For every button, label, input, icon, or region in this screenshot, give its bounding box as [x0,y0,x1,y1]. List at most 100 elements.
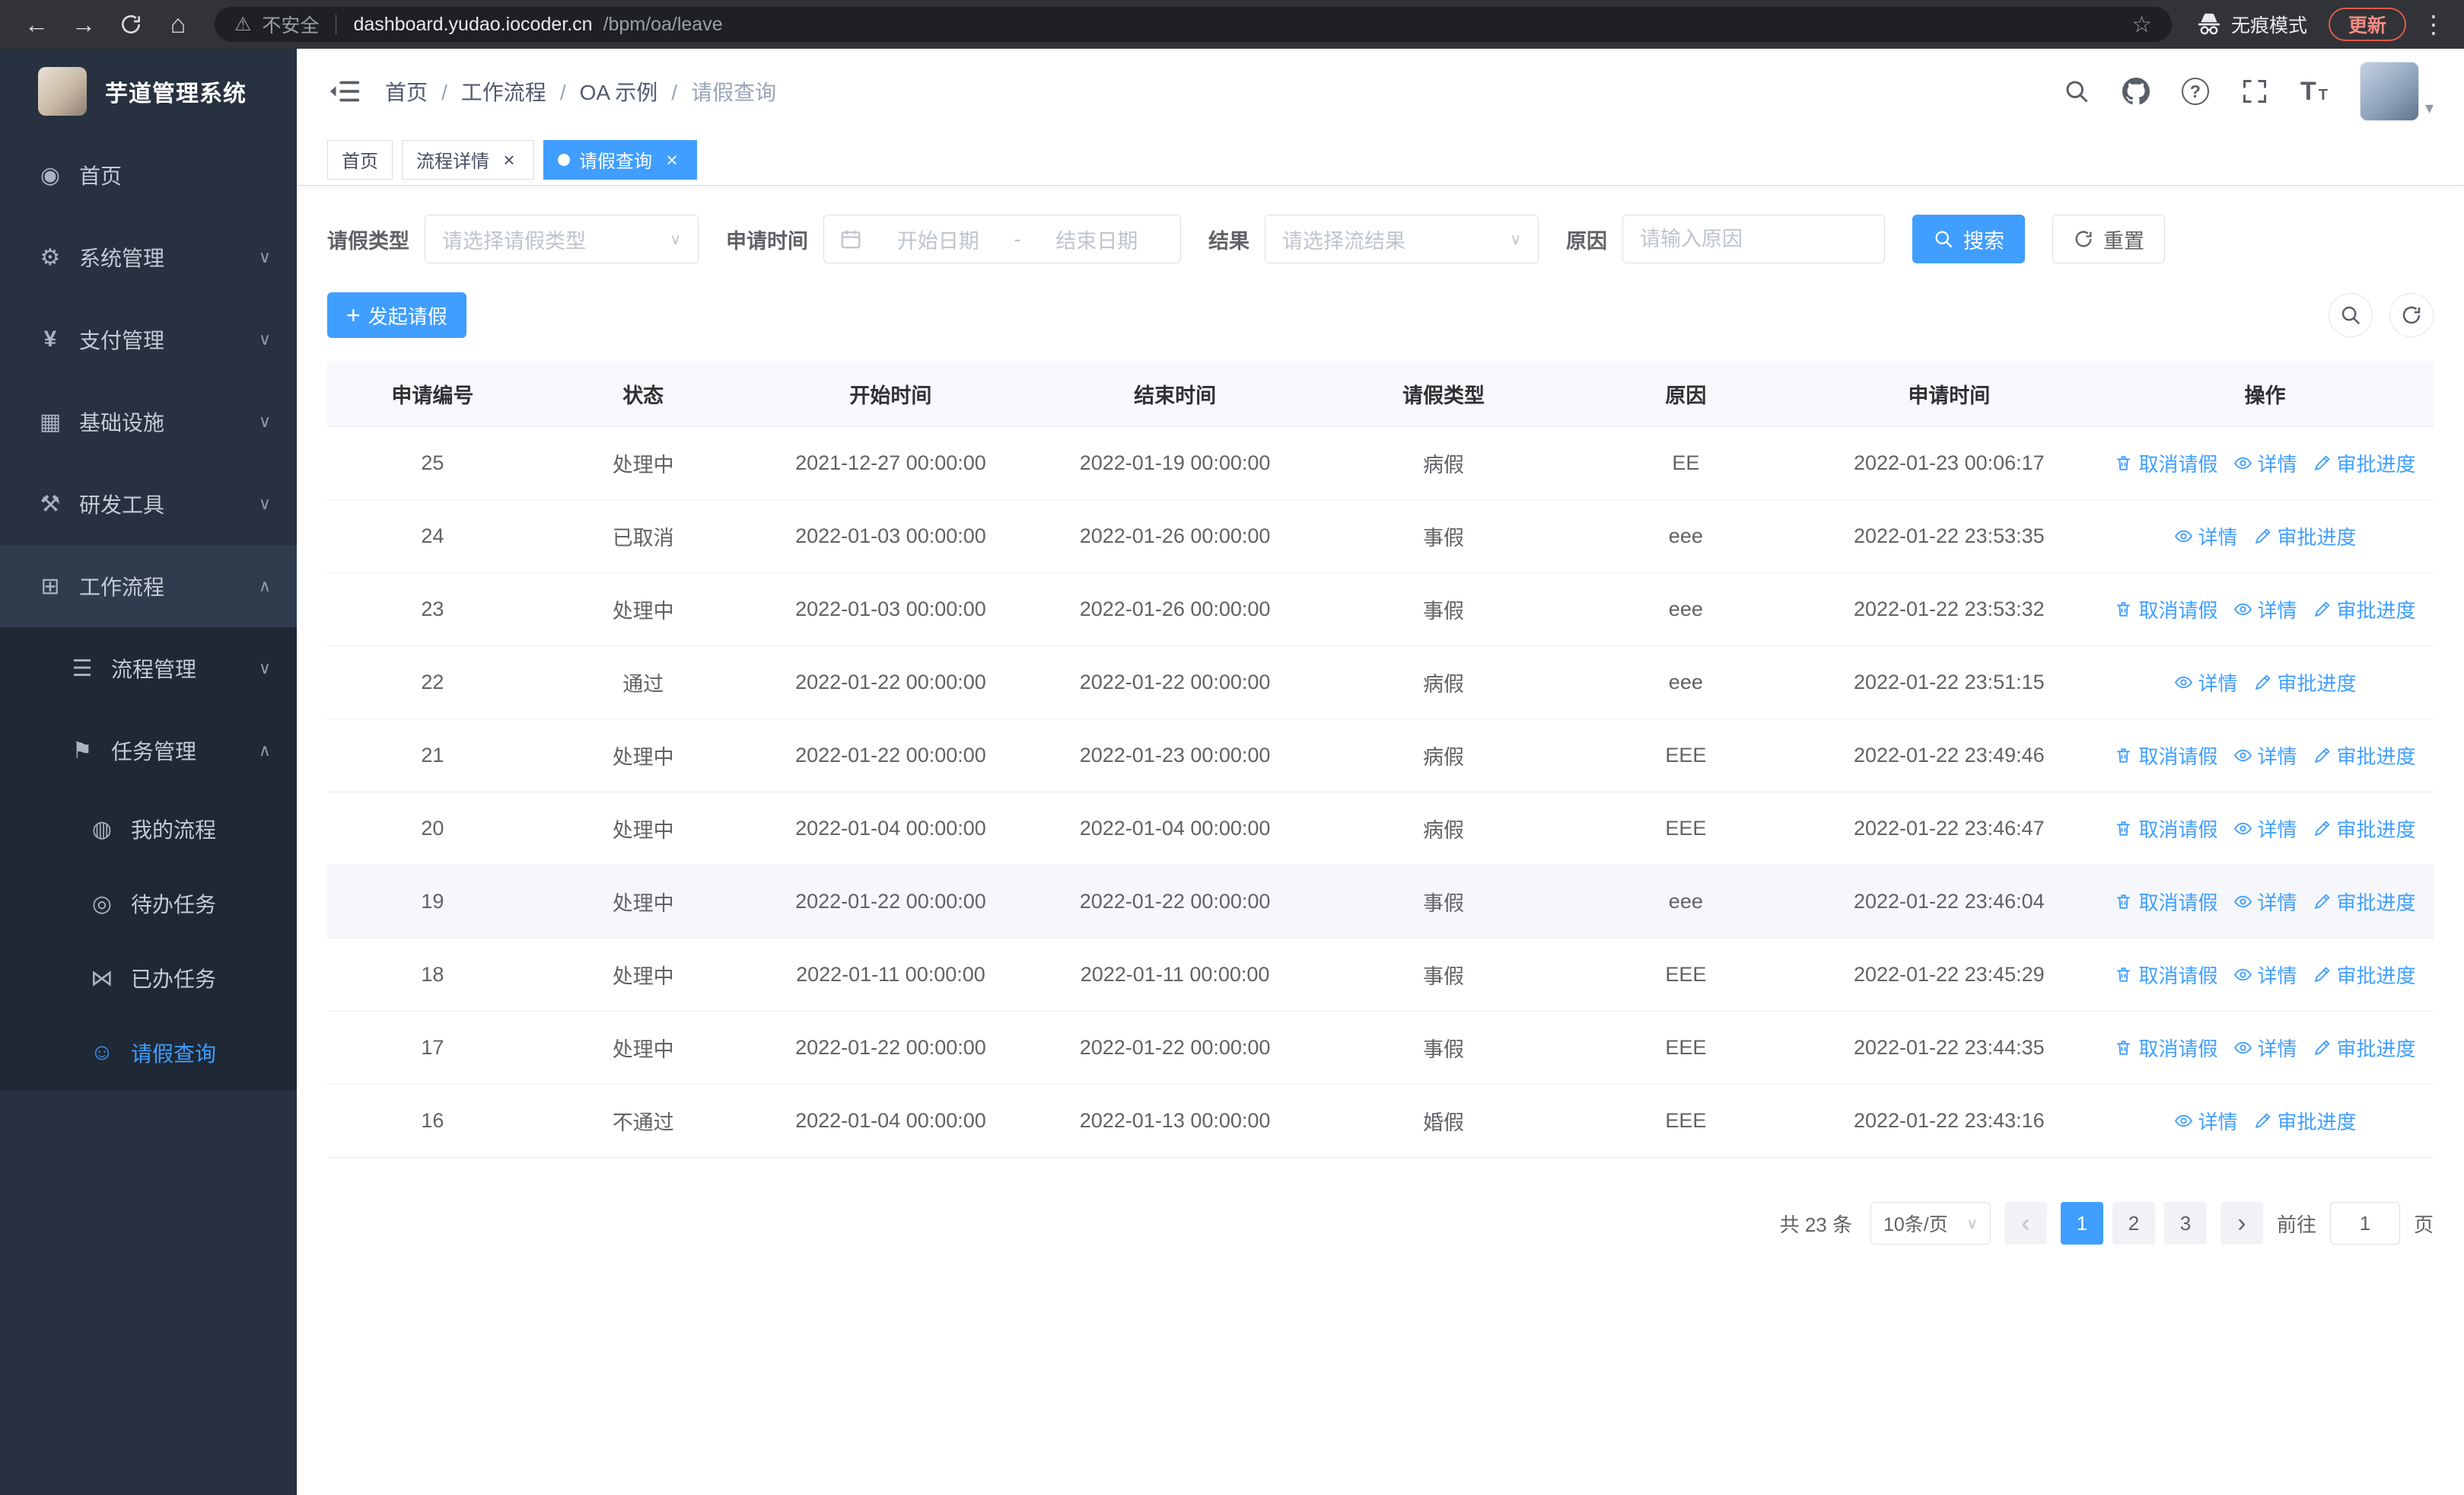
detail-link[interactable]: 详情 [2174,522,2238,550]
sidebar-collapse-icon[interactable] [327,74,362,109]
github-icon[interactable] [2122,78,2150,105]
detail-link[interactable]: 详情 [2233,1034,2297,1062]
address-bar[interactable]: 不安全 dashboard.yudao.iocoder.cn/bpm/oa/le… [215,7,2172,42]
cancel-leave-link[interactable]: 取消请假 [2114,814,2218,843]
approval-progress-link[interactable]: 审批进度 [2313,1034,2416,1062]
browser-menu-icon[interactable] [2418,10,2449,39]
cancel-leave-link[interactable]: 取消请假 [2114,888,2218,916]
detail-link[interactable]: 详情 [2174,1107,2238,1135]
tab[interactable]: 首页 [327,139,393,180]
sidebar-menu-item[interactable]: 流程管理 [0,627,297,709]
result-select[interactable]: 请选择流结果 [1265,215,1539,263]
detail-link[interactable]: 详情 [2233,741,2297,770]
bookmark-star-icon[interactable] [2131,11,2152,38]
approval-progress-link[interactable]: 审批进度 [2253,668,2357,696]
cancel-leave-link[interactable]: 取消请假 [2114,1034,2218,1062]
sidebar-menu-item[interactable]: 系统管理 [0,216,297,298]
table-body: 25 处理中 2021-12-27 00:00:00 2022-01-19 00… [327,427,2434,1158]
scissors-icon [85,965,119,992]
fullscreen-icon[interactable] [2241,78,2268,105]
column-header: 开始时间 [849,384,932,407]
breadcrumb-item[interactable]: 首页 [385,76,428,107]
approval-progress-link[interactable]: 审批进度 [2313,814,2416,843]
sidebar-menu-item[interactable]: 支付管理 [0,298,297,381]
leave-type-select[interactable]: 请选择请假类型 [425,215,699,263]
eye-icon [2233,603,2252,616]
tab[interactable]: 流程详情 [402,139,534,180]
detail-link[interactable]: 详情 [2233,449,2297,477]
approval-progress-link[interactable]: 审批进度 [2313,961,2416,989]
cell-leave-type: 事假 [1423,527,1465,550]
approval-progress-link[interactable]: 审批进度 [2313,449,2416,477]
page-number-button[interactable]: 1 [2060,1202,2103,1245]
cancel-leave-link[interactable]: 取消请假 [2114,961,2218,989]
leave-type-filter: 请假类型 请选择请假类型 [327,215,699,263]
detail-link[interactable]: 详情 [2174,668,2238,696]
help-icon[interactable] [2181,78,2209,105]
breadcrumb-item[interactable]: 请假查询 [657,76,776,107]
detail-link[interactable]: 详情 [2233,888,2297,916]
sidebar-menu-item[interactable]: 基础设施 [0,381,297,463]
cell-apply-time: 2022-01-22 23:53:32 [1853,598,2045,620]
approval-progress-link[interactable]: 审批进度 [2313,888,2416,916]
reason-input[interactable] [1622,215,1885,263]
cancel-leave-link[interactable]: 取消请假 [2114,595,2218,623]
back-icon[interactable] [15,3,58,46]
cell-actions: 取消请假 详情 审批进度 [2096,719,2434,792]
tab[interactable]: 请假查询 [543,139,697,180]
breadcrumb-item[interactable]: OA 示例 [546,76,658,107]
search-button[interactable]: 搜索 [1912,215,2025,263]
tab-close-icon[interactable] [661,149,683,171]
sidebar-menu-item[interactable]: 任务管理 [0,709,297,792]
forward-icon[interactable] [62,3,105,46]
apply-time-range-picker[interactable]: 开始日期 - 结束日期 [823,215,1181,263]
reset-button-label: 重置 [2103,229,2144,253]
breadcrumb-item[interactable]: 工作流程 [428,76,546,107]
sidebar-menu-item[interactable]: 工作流程 [0,545,297,627]
cancel-leave-link[interactable]: 取消请假 [2114,449,2218,477]
sidebar-menu-item[interactable]: 请假查询 [0,1015,297,1090]
chevron-icon [259,658,271,678]
cancel-leave-link[interactable]: 取消请假 [2114,741,2218,770]
approval-progress-link[interactable]: 审批进度 [2313,741,2416,770]
tab-close-icon[interactable] [498,149,520,171]
page-number-button[interactable]: 3 [2163,1202,2207,1245]
page-number-button[interactable]: 2 [2112,1202,2155,1245]
cell-start-time: 2022-01-22 00:00:00 [795,1036,986,1059]
refresh-icon[interactable] [2389,293,2434,337]
reset-button[interactable]: 重置 [2052,215,2165,263]
search-toggle-icon[interactable] [2329,293,2373,337]
reason-filter: 原因 [1566,215,1885,263]
search-icon[interactable] [2063,78,2090,105]
page-size-select[interactable]: 10条/页 [1870,1202,1991,1245]
detail-link[interactable]: 详情 [2233,814,2297,843]
sidebar-menu-item[interactable]: 研发工具 [0,463,297,545]
cell-reason: EEE [1665,1036,1707,1059]
approval-progress-link[interactable]: 审批进度 [2253,522,2357,550]
home-icon[interactable] [157,3,199,46]
pen-icon [2314,967,2330,983]
approval-progress-link[interactable]: 审批进度 [2313,595,2416,623]
sidebar-menu-item[interactable]: 已办任务 [0,941,297,1015]
next-page-button[interactable] [2220,1202,2263,1245]
column-header: 状态 [622,384,664,407]
page-size-value: 10条/页 [1883,1214,1948,1235]
user-menu[interactable] [2359,62,2434,121]
sidebar-menu-item[interactable]: 待办任务 [0,866,297,941]
sidebar-menu-item[interactable]: 我的流程 [0,792,297,866]
sidebar-menu-item[interactable]: 首页 [0,134,297,216]
goto-page-input[interactable] [2329,1202,2400,1245]
pen-icon [2255,1113,2271,1129]
eye-icon [2233,822,2252,835]
detail-link[interactable]: 详情 [2233,961,2297,989]
reload-icon[interactable] [110,3,152,46]
menu-item-label: 工作流程 [79,575,165,599]
table-row: 24 已取消 2022-01-03 00:00:00 2022-01-26 00… [327,500,2434,573]
font-size-icon[interactable] [2300,77,2328,107]
approval-progress-link[interactable]: 审批进度 [2253,1107,2357,1135]
prev-page-button[interactable] [2004,1202,2047,1245]
chevron-icon [259,247,271,267]
update-button[interactable]: 更新 [2328,8,2406,41]
create-leave-button[interactable]: 发起请假 [327,292,466,338]
detail-link[interactable]: 详情 [2233,595,2297,623]
